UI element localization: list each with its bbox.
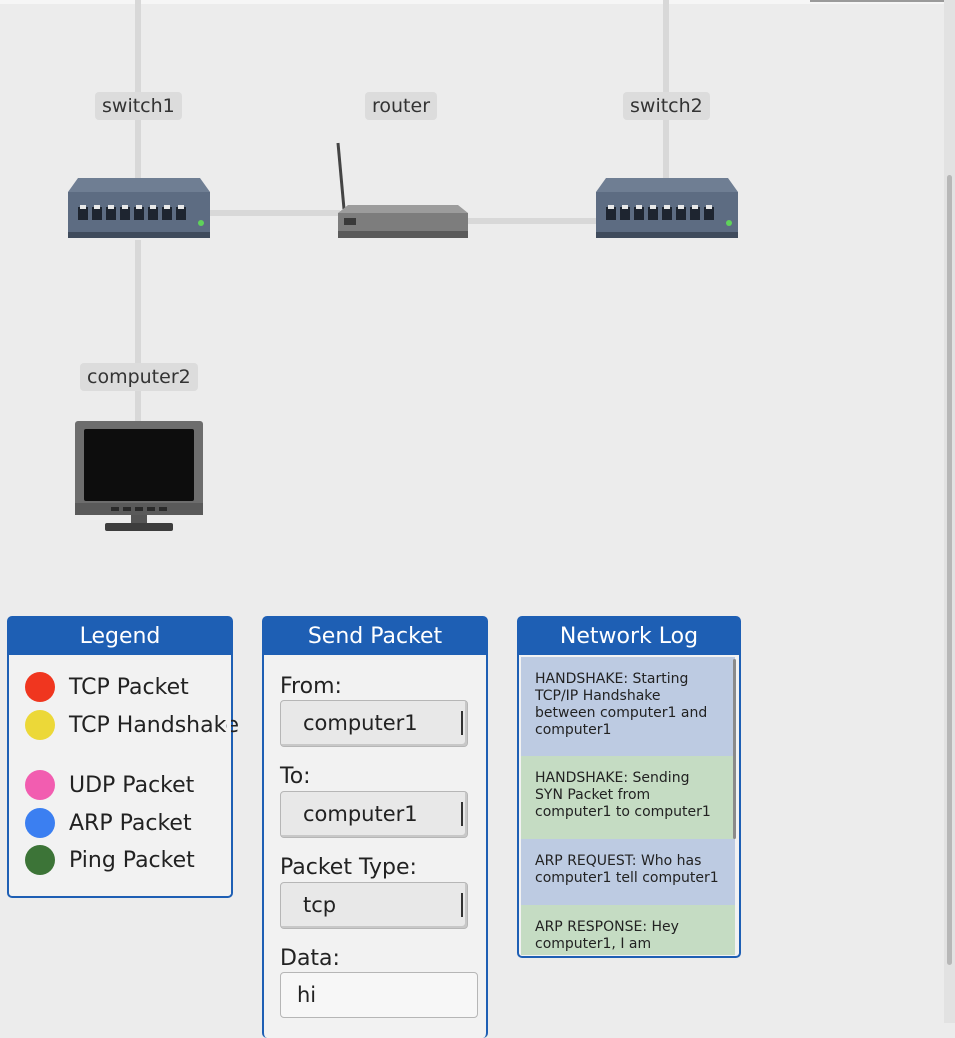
arp-dot-icon <box>25 808 55 838</box>
select-arrow-icon <box>458 802 463 826</box>
legend-item-tcp-handshake: TCP Handshake <box>25 709 239 741</box>
network-log-list[interactable]: HANDSHAKE: Starting TCP/IP Handshake bet… <box>521 657 735 955</box>
select-arrow-icon <box>458 711 463 735</box>
log-entry: ARP RESPONSE: Hey computer1, I am <box>521 905 735 955</box>
from-select-value: computer1 <box>303 711 418 735</box>
to-select-value: computer1 <box>303 802 418 826</box>
legend-item-arp: ARP Packet <box>25 807 192 839</box>
legend-label: TCP Handshake <box>69 712 240 738</box>
network-switch-icon <box>68 178 210 238</box>
send-packet-title: Send Packet <box>264 618 486 655</box>
data-input-value: hi <box>297 983 317 1007</box>
monitor-icon <box>75 421 203 531</box>
to-label: To: <box>280 764 311 789</box>
log-entry: HANDSHAKE: Sending SYN Packet from compu… <box>521 756 735 839</box>
from-select[interactable]: computer1 <box>280 700 468 747</box>
legend-label: UDP Packet <box>69 772 195 798</box>
network-switch-icon <box>596 178 738 238</box>
legend-label: ARP Packet <box>69 810 192 836</box>
tcp-dot-icon <box>25 672 55 702</box>
send-packet-panel: Send Packet From: computer1 To: computer… <box>262 616 488 1038</box>
legend-label: TCP Packet <box>69 674 189 700</box>
select-arrow-icon <box>458 893 463 917</box>
udp-dot-icon <box>25 770 55 800</box>
legend-item-udp: UDP Packet <box>25 769 194 801</box>
legend-label: Ping Packet <box>69 847 195 873</box>
topology-links <box>68 0 738 531</box>
network-log-scrollbar[interactable] <box>733 659 736 839</box>
page-scrollbar-thumb[interactable] <box>947 175 952 965</box>
legend-item-ping: Ping Packet <box>25 844 195 876</box>
tcp-handshake-dot-icon <box>25 710 55 740</box>
data-label: Data: <box>280 946 340 971</box>
node-label-router[interactable]: router <box>365 92 438 120</box>
network-log-title: Network Log <box>519 618 739 655</box>
network-log-panel: Network Log HANDSHAKE: Starting TCP/IP H… <box>517 616 741 958</box>
ping-dot-icon <box>25 845 55 875</box>
data-input[interactable]: hi <box>280 972 478 1018</box>
packet-type-select[interactable]: tcp <box>280 882 468 929</box>
log-entry: ARP REQUEST: Who has computer1 tell comp… <box>521 839 735 905</box>
packet-type-label: Packet Type: <box>280 855 417 880</box>
legend-title: Legend <box>9 618 231 655</box>
legend-item-tcp: TCP Packet <box>25 671 189 703</box>
from-label: From: <box>280 674 342 699</box>
log-entry: HANDSHAKE: Starting TCP/IP Handshake bet… <box>521 657 735 756</box>
router-icon <box>336 142 468 238</box>
network-canvas[interactable]: switch1 router switch2 computer2 <box>0 0 944 600</box>
node-label-switch2[interactable]: switch2 <box>623 92 710 120</box>
packet-type-select-value: tcp <box>303 893 337 917</box>
legend-panel: Legend TCP Packet TCP Handshake UDP Pack… <box>7 616 239 898</box>
node-label-switch1[interactable]: switch1 <box>95 92 182 120</box>
to-select[interactable]: computer1 <box>280 791 468 838</box>
node-label-computer2[interactable]: computer2 <box>80 363 198 391</box>
